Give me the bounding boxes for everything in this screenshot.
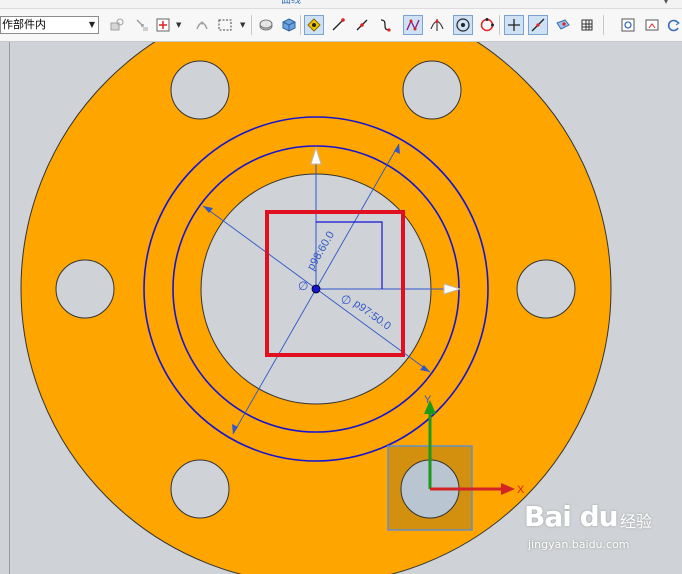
- watermark-logo: Bai du: [524, 500, 619, 533]
- chevron-down-icon[interactable]: ▼: [176, 21, 181, 29]
- bolt-hole[interactable]: [170, 60, 230, 120]
- point-snap-icon[interactable]: [504, 15, 524, 35]
- face-point-snap-icon[interactable]: [553, 15, 573, 35]
- curve-snap-icon[interactable]: [375, 15, 395, 35]
- display-mode-icon[interactable]: [642, 15, 662, 35]
- toolbar-separator: [300, 15, 301, 35]
- toolbar-separator: [603, 15, 604, 35]
- line-snap-icon[interactable]: [328, 15, 348, 35]
- intersection-snap-icon[interactable]: [427, 15, 447, 35]
- bolt-hole[interactable]: [55, 259, 115, 319]
- selection-toolbar: 作部件内 ▼ ▼ ▼: [0, 9, 682, 42]
- control-point-snap-icon[interactable]: [403, 15, 423, 35]
- arc-snap-icon[interactable]: [352, 15, 372, 35]
- quadrant-snap-icon[interactable]: [477, 15, 497, 35]
- chevron-down-icon: ▼: [88, 20, 95, 29]
- cube-view-icon[interactable]: [279, 15, 299, 35]
- sketch-origin-point[interactable]: [311, 284, 321, 294]
- bolt-hole[interactable]: [170, 459, 230, 519]
- model-view[interactable]: p98:60.0 ∅ p97:50.0 ∅ Y X: [0, 42, 682, 574]
- bolt-hole[interactable]: [402, 60, 462, 120]
- toolbar-separator: [251, 15, 252, 35]
- watermark-suffix: 经验: [620, 512, 653, 531]
- snap-point-icon[interactable]: [153, 15, 173, 35]
- bounded-grid-icon[interactable]: [577, 15, 597, 35]
- selection-filter-value: 作部件内: [2, 18, 46, 31]
- select-by-name-icon[interactable]: [132, 15, 152, 35]
- x-axis-label: X: [517, 484, 525, 496]
- toolbar-separator: [499, 15, 500, 35]
- arc-center-snap-icon[interactable]: [453, 15, 473, 35]
- group-caption: 曲线: [281, 0, 301, 6]
- box-select-icon[interactable]: [215, 15, 235, 35]
- diameter-symbol: ∅: [298, 279, 308, 293]
- rotate-view-icon[interactable]: [664, 15, 682, 35]
- baidu-watermark: Bai du 经验 jingyan.baidu.com: [524, 500, 674, 560]
- point-on-curve-snap-icon[interactable]: [528, 15, 548, 35]
- y-axis-label: Y: [424, 394, 432, 406]
- watermark-url: jingyan.baidu.com: [528, 538, 630, 551]
- graphics-window[interactable]: p98:60.0 ∅ p97:50.0 ∅ Y X Bai du 经验 jing…: [0, 42, 682, 574]
- chevron-down-icon[interactable]: ▼: [240, 21, 245, 29]
- selection-filter-dropdown[interactable]: 作部件内 ▼: [0, 16, 99, 34]
- snap-all-points-icon[interactable]: [304, 15, 324, 35]
- collapse-chevron-icon[interactable]: ▾: [664, 0, 668, 6]
- ribbon-group-strip: 曲线 ▾: [0, 0, 682, 9]
- general-point-icon[interactable]: [192, 15, 212, 35]
- shaded-view-icon[interactable]: [256, 15, 276, 35]
- diameter-symbol: ∅: [341, 293, 351, 307]
- fit-view-icon[interactable]: [618, 15, 638, 35]
- find-in-tree-icon[interactable]: [107, 15, 127, 35]
- bolt-hole[interactable]: [516, 259, 576, 319]
